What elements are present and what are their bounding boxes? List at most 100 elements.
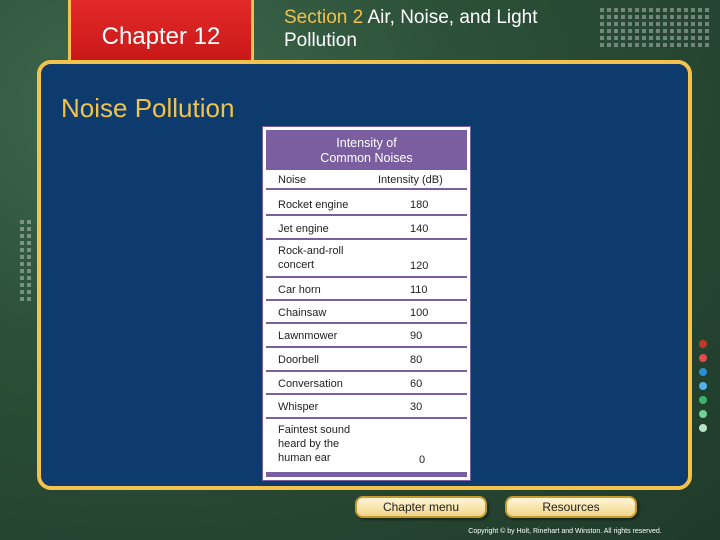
table-bottom-bar bbox=[266, 472, 467, 477]
noise-name: Rock-and-roll concert bbox=[278, 245, 344, 271]
decorative-dot bbox=[684, 29, 688, 33]
decorative-dot bbox=[20, 227, 24, 231]
decorative-dot bbox=[621, 36, 625, 40]
decorative-dot bbox=[621, 8, 625, 12]
decorative-dot bbox=[27, 234, 31, 238]
decorative-dot bbox=[698, 22, 702, 26]
decorative-dot bbox=[656, 36, 660, 40]
column-header-intensity: Intensity (dB) bbox=[378, 174, 443, 186]
table-row: Chainsaw 100 bbox=[266, 301, 467, 324]
decorative-dot bbox=[677, 36, 681, 40]
decorative-dot bbox=[614, 29, 618, 33]
noise-name: Faintest sound heard by the human ear bbox=[278, 424, 351, 464]
decorative-dot bbox=[691, 36, 695, 40]
decorative-dot bbox=[663, 29, 667, 33]
decorative-dot bbox=[607, 22, 611, 26]
decorative-dot bbox=[607, 29, 611, 33]
decorative-dot bbox=[27, 248, 31, 252]
decorative-dot bbox=[656, 43, 660, 47]
decorative-dot bbox=[27, 290, 31, 294]
decorative-dot bbox=[27, 241, 31, 245]
decorative-dot bbox=[705, 22, 709, 26]
noise-name: Chainsaw bbox=[278, 307, 327, 319]
table-header-row: Noise Intensity (dB) bbox=[266, 170, 467, 190]
decorative-dot bbox=[642, 15, 646, 19]
decorative-dot bbox=[649, 15, 653, 19]
decorative-dot bbox=[628, 29, 632, 33]
table-row: Rock-and-roll concert 120 bbox=[266, 240, 467, 278]
decorative-dot bbox=[607, 8, 611, 12]
decorative-dot bbox=[20, 248, 24, 252]
decorative-dot bbox=[635, 29, 639, 33]
decorative-dot bbox=[614, 22, 618, 26]
chapter-menu-button[interactable]: Chapter menu bbox=[355, 496, 487, 518]
decorative-dot bbox=[27, 255, 31, 259]
table-title-line2: Common Noises bbox=[320, 151, 413, 165]
decorative-dot bbox=[27, 220, 31, 224]
decorative-dot bbox=[607, 43, 611, 47]
decorative-dot bbox=[20, 290, 24, 294]
decorative-dot bbox=[705, 36, 709, 40]
noise-name: Conversation bbox=[278, 378, 343, 390]
resources-button[interactable]: Resources bbox=[505, 496, 637, 518]
decorative-dot bbox=[628, 22, 632, 26]
noise-intensity: 90 bbox=[410, 330, 423, 342]
decorative-dot bbox=[684, 15, 688, 19]
noise-name: Car horn bbox=[278, 284, 321, 296]
noise-intensity: 100 bbox=[410, 307, 429, 319]
decorative-dot bbox=[691, 15, 695, 19]
decorative-dot bbox=[677, 29, 681, 33]
noise-intensity: 140 bbox=[410, 223, 429, 235]
noise-intensity-table: Intensity of Common Noises Noise Intensi… bbox=[262, 126, 471, 481]
table-title: Intensity of Common Noises bbox=[266, 130, 467, 170]
decorative-dot bbox=[635, 36, 639, 40]
decorative-dot bbox=[20, 297, 24, 301]
decorative-dot bbox=[628, 43, 632, 47]
decorative-dot bbox=[20, 241, 24, 245]
decorative-dot bbox=[20, 269, 24, 273]
noise-name: Lawnmower bbox=[278, 330, 338, 342]
copyright-text: Copyright © by Holt, Rinehart and Winsto… bbox=[468, 528, 662, 535]
decorative-dot bbox=[635, 8, 639, 12]
decorative-dot bbox=[698, 15, 702, 19]
table-row: Doorbell 80 bbox=[266, 348, 467, 372]
decorative-dot bbox=[663, 36, 667, 40]
noise-intensity: 80 bbox=[410, 354, 423, 366]
decorative-dot bbox=[20, 234, 24, 238]
decorative-dot bbox=[27, 283, 31, 287]
table-row: Jet engine 140 bbox=[266, 216, 467, 240]
decorative-dot bbox=[677, 43, 681, 47]
decorative-dot bbox=[635, 22, 639, 26]
decorative-dot bbox=[691, 8, 695, 12]
decorative-dot bbox=[621, 15, 625, 19]
decorative-dot bbox=[649, 8, 653, 12]
table-row: Car horn 110 bbox=[266, 278, 467, 301]
decorative-dot bbox=[670, 15, 674, 19]
decorative-dot bbox=[621, 22, 625, 26]
decorative-dot bbox=[27, 269, 31, 273]
decorative-dot bbox=[607, 36, 611, 40]
decorative-dot bbox=[684, 22, 688, 26]
decorative-dot bbox=[677, 22, 681, 26]
decorative-dot bbox=[705, 29, 709, 33]
table-row: Whisper 30 bbox=[266, 395, 467, 419]
decorative-dot bbox=[691, 29, 695, 33]
decorative-dot bbox=[20, 276, 24, 280]
decorative-dot bbox=[614, 43, 618, 47]
decorative-dot bbox=[705, 43, 709, 47]
decorative-dot bbox=[684, 8, 688, 12]
noise-intensity: 110 bbox=[410, 284, 428, 296]
table-row: Faintest sound heard by the human ear 0 bbox=[266, 419, 467, 472]
decorative-dot bbox=[670, 36, 674, 40]
noise-name: Rocket engine bbox=[278, 199, 349, 211]
column-header-noise: Noise bbox=[278, 174, 307, 186]
chapter-label: Chapter 12 bbox=[101, 22, 221, 50]
decorative-dot bbox=[698, 8, 702, 12]
noise-name: Jet engine bbox=[278, 223, 329, 235]
decorative-side-dots bbox=[699, 340, 711, 438]
decorative-dot bbox=[635, 15, 639, 19]
decorative-dot bbox=[705, 15, 709, 19]
noise-name: Whisper bbox=[278, 401, 319, 413]
decorative-dot bbox=[614, 36, 618, 40]
decorative-dot bbox=[691, 43, 695, 47]
